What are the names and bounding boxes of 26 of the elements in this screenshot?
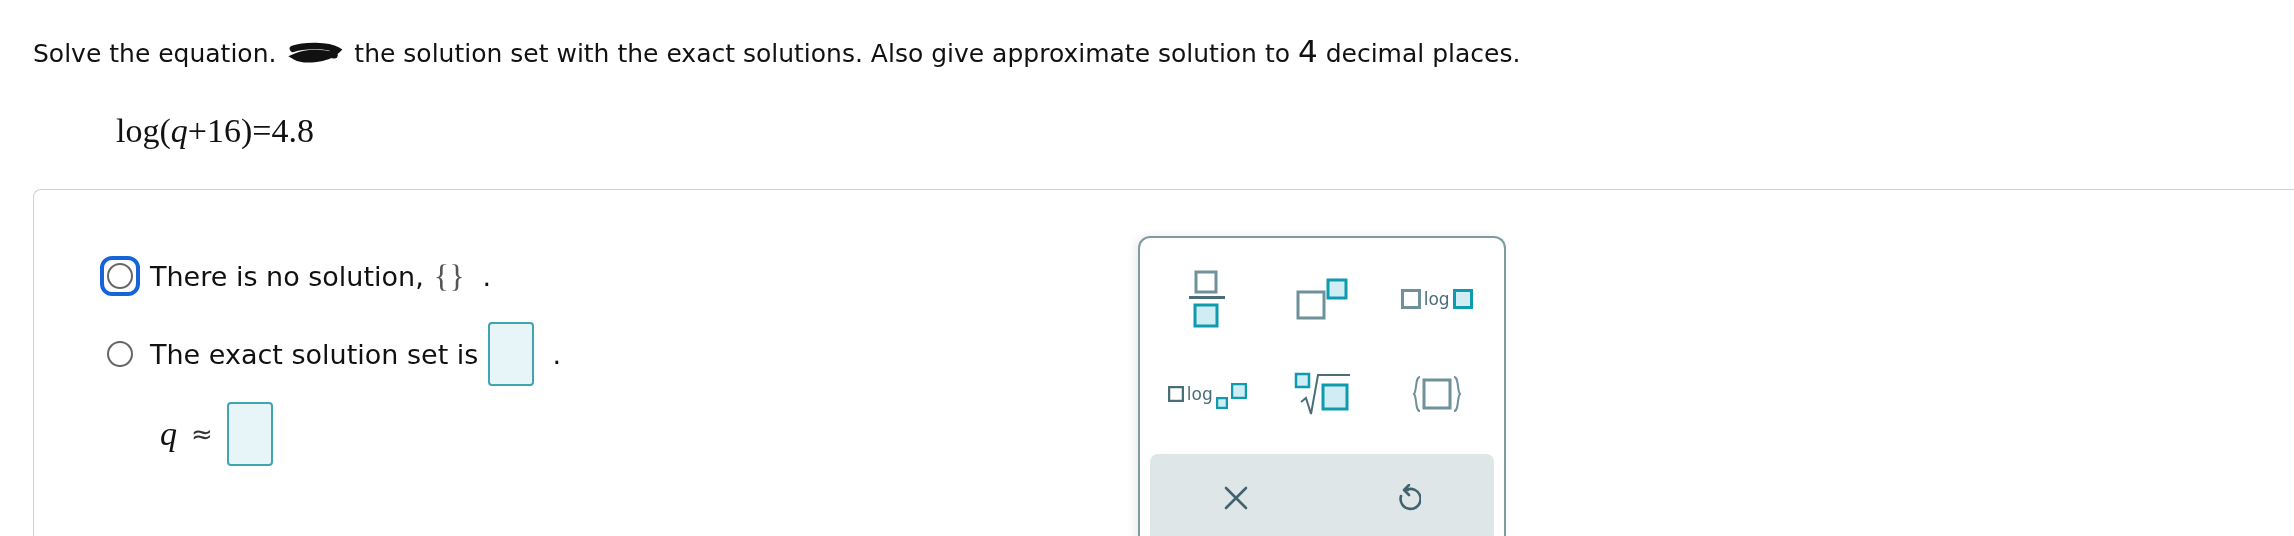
answer-field[interactable] (488, 322, 535, 386)
log-key[interactable]: log (1379, 252, 1494, 346)
box-icon (1400, 289, 1421, 309)
equation: log(q+16)=4.8 (116, 111, 315, 151)
empty-set-symbol: {} (433, 257, 465, 295)
close-icon (1224, 486, 1248, 510)
option-label: There is no solution, (150, 260, 424, 292)
exponent-icon (1296, 278, 1348, 320)
root-icon (1294, 372, 1350, 416)
answer-field[interactable] (226, 402, 273, 466)
period: . (552, 338, 561, 370)
box-icon (1167, 386, 1184, 402)
braces-icon (1411, 375, 1462, 413)
approx-sign: ≈ (191, 419, 213, 449)
instruction-text: Solve the equation. the solution set with the exact solutions. Also give approximate solution to 4 decimal places. (32, 32, 1522, 71)
radio-circle[interactable] (107, 341, 133, 367)
option-label: The exact solution set is (150, 338, 479, 370)
radio-circle[interactable] (107, 263, 133, 289)
radio-button[interactable] (100, 256, 140, 296)
variable-label: q (160, 415, 177, 453)
fraction-icon (1187, 270, 1228, 328)
box-icon (1230, 383, 1247, 399)
box-icon (1215, 397, 1228, 409)
log-base-key[interactable]: log (1150, 346, 1265, 442)
period: . (482, 260, 492, 292)
box-icon (1452, 289, 1473, 309)
